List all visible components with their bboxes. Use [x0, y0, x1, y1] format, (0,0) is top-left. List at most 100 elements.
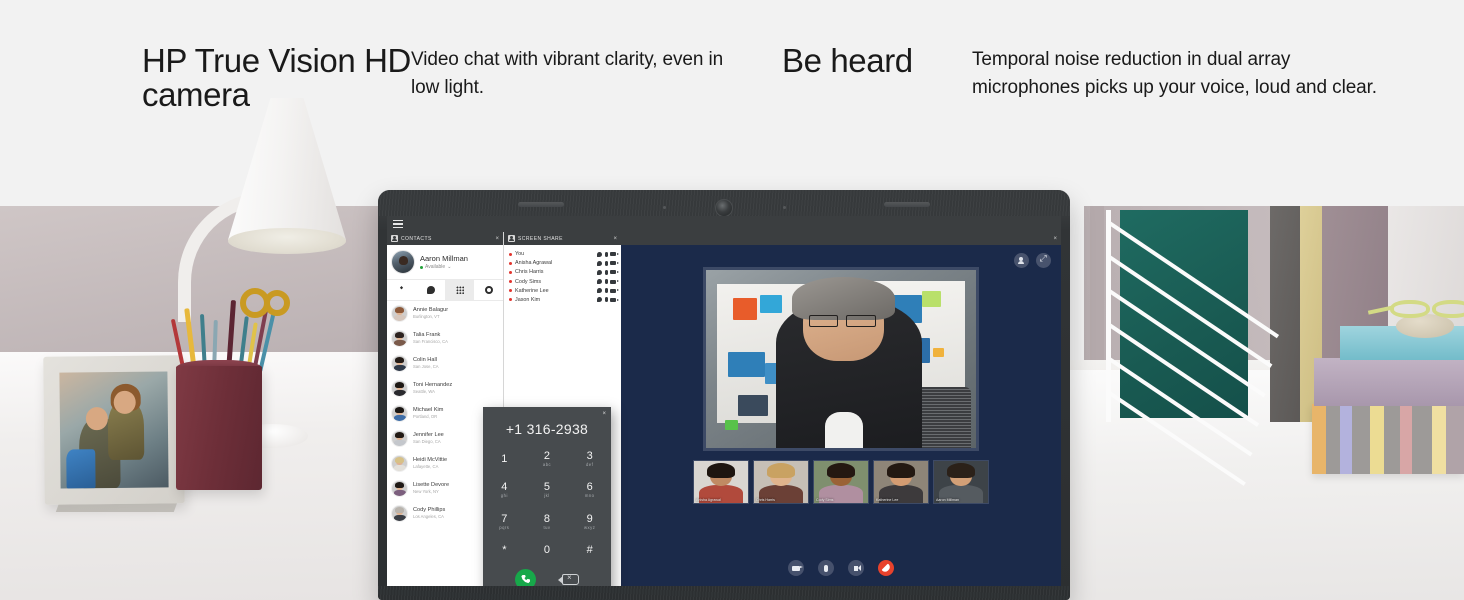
close-icon[interactable]: × — [495, 236, 499, 242]
camera-icon[interactable] — [610, 261, 619, 266]
expand-button[interactable] — [1036, 253, 1051, 268]
participant-actions — [597, 260, 619, 266]
tab-screen-share[interactable]: SCREEN SHARE × — [504, 232, 621, 245]
contact-row[interactable]: Toni Hernandez Seattle, WA — [387, 376, 503, 401]
dialpad-key-hash[interactable]: # — [568, 537, 611, 563]
microphone-icon[interactable] — [604, 288, 608, 294]
participant-actions — [597, 297, 619, 303]
dialpad-sublabel: pqrs — [499, 524, 510, 530]
contact-row[interactable]: Colin Hall San Jose, CA — [387, 351, 503, 376]
dialpad-key-8[interactable]: 8 tuv — [526, 506, 569, 537]
participant-name: Jason Kim — [515, 296, 541, 303]
hamburger-icon[interactable] — [393, 219, 403, 229]
dialpad-overlay[interactable]: × +1 316-2938 1 2 abc 3 def 4 ghi 5 jkl 6 mno 7 pqrs… — [483, 407, 611, 586]
dialpad-key-0[interactable]: 0 — [526, 537, 569, 563]
participant-row[interactable]: Anisha Agrawal — [509, 260, 619, 266]
participant-row[interactable]: Chris Harris — [509, 269, 619, 276]
video-stage: Anisha Agrawal Chris Harris Cody Sims Kathe… — [621, 245, 1061, 550]
dialpad-key-5[interactable]: 5 jkl — [526, 474, 569, 505]
contact-name: Lisette Devore — [413, 482, 450, 488]
dialpad-key-2[interactable]: 2 abc — [526, 443, 569, 474]
dialpad-key-3[interactable]: 3 def — [568, 443, 611, 474]
participant-row[interactable]: Katherine Lee — [509, 288, 619, 294]
dialpad-digit: * — [502, 543, 507, 556]
tool-tab-contacts[interactable] — [387, 280, 416, 300]
microphone-icon[interactable] — [604, 279, 608, 285]
dialpad-digit: 7 — [501, 512, 508, 525]
tab-screen-share-label: SCREEN SHARE — [518, 235, 563, 242]
avatar — [391, 305, 408, 322]
end-call-button[interactable] — [878, 560, 894, 576]
camera-icon[interactable] — [610, 288, 619, 293]
camera-icon[interactable] — [610, 252, 619, 256]
stage-actions — [1014, 253, 1051, 268]
status-badge — [509, 270, 512, 274]
participant-thumbnail[interactable]: Katherine Lee — [873, 460, 929, 504]
dial-call-button[interactable] — [515, 568, 536, 586]
chat-icon[interactable] — [597, 269, 603, 275]
dialpad-key-7[interactable]: 7 pqrs — [483, 506, 526, 537]
current-user-card[interactable]: Aaron Millman Available ⌄ — [387, 245, 503, 279]
chat-icon[interactable] — [597, 260, 603, 266]
thumbnail-label: Chris Harris — [756, 498, 775, 502]
participant-name: Chris Harris — [515, 269, 544, 276]
toggle-mic-button[interactable] — [818, 560, 834, 576]
participant-thumbnail[interactable]: Cody Sims — [813, 460, 869, 504]
dialed-number[interactable]: +1 316-2938 — [483, 421, 611, 437]
tool-tab-dialpad[interactable] — [445, 280, 474, 300]
microphone-icon[interactable] — [604, 269, 608, 275]
video-tab-header: × — [621, 232, 1061, 245]
backspace-button[interactable] — [558, 573, 579, 585]
person-icon — [399, 286, 404, 290]
participant-row[interactable]: Cody Sims — [509, 279, 619, 285]
close-icon[interactable]: × — [602, 411, 606, 417]
video-conference-app: CONTACTS × Aaron Millman Available ⌄ Ann… — [387, 216, 1061, 586]
dialpad-sublabel: ghi — [500, 493, 508, 499]
participant-row[interactable]: Jason Kim — [509, 296, 619, 303]
participant-thumbnail[interactable]: Chris Harris — [753, 460, 809, 504]
dialpad-key-4[interactable]: 4 ghi — [483, 474, 526, 505]
participant-row[interactable]: You — [509, 251, 619, 257]
dialpad-sublabel: jkl — [544, 493, 550, 499]
camera-icon[interactable] — [610, 297, 619, 302]
tool-tab-settings[interactable] — [474, 280, 503, 300]
person-icon — [508, 235, 515, 242]
contact-location: Lafayette, CA — [413, 464, 439, 469]
toggle-speaker-button[interactable] — [848, 560, 864, 576]
book-stack-bottom — [1312, 404, 1464, 474]
status-badge — [509, 289, 512, 293]
chat-icon[interactable] — [597, 251, 603, 257]
dialpad-key-star[interactable]: * — [483, 537, 526, 563]
tab-contacts[interactable]: CONTACTS × — [387, 232, 503, 245]
dialpad-key-6[interactable]: 6 mno — [568, 474, 611, 505]
microphone-icon[interactable] — [604, 260, 608, 266]
participant-actions — [597, 251, 619, 257]
dialpad-key-1[interactable]: 1 — [483, 443, 526, 474]
microphone-icon[interactable] — [604, 297, 608, 303]
contact-location: San Diego, CA — [413, 439, 441, 444]
dialpad-key-9[interactable]: 9 wxyz — [568, 506, 611, 537]
contact-location: San Francisco, CA — [413, 339, 448, 344]
add-participant-button[interactable] — [1014, 253, 1029, 268]
dialpad-actions — [483, 563, 611, 586]
current-user-status[interactable]: Available ⌄ — [420, 264, 468, 271]
close-icon[interactable]: × — [613, 236, 617, 242]
chat-icon[interactable] — [597, 279, 603, 285]
tab-contacts-label: CONTACTS — [401, 235, 432, 242]
tool-tab-chat[interactable] — [416, 280, 445, 300]
participant-thumbnail[interactable]: Anisha Agrawal — [693, 460, 749, 504]
contact-row[interactable]: Annie Balagur Burlington, VT — [387, 301, 503, 326]
close-icon[interactable]: × — [1053, 236, 1057, 242]
contact-row[interactable]: Talia Frank San Francisco, CA — [387, 326, 503, 351]
camera-icon[interactable] — [610, 279, 619, 284]
pen-cup — [176, 366, 262, 490]
main-video-feed[interactable] — [703, 267, 979, 451]
add-person-icon — [1017, 256, 1026, 265]
participant-thumbnail[interactable]: Aaron Millman — [933, 460, 989, 504]
thumbnail-label: Cody Sims — [816, 498, 834, 502]
microphone-icon[interactable] — [604, 251, 608, 257]
camera-icon[interactable] — [610, 270, 619, 275]
chat-icon[interactable] — [597, 288, 603, 294]
toggle-camera-button[interactable] — [788, 560, 804, 576]
chat-icon[interactable] — [597, 297, 603, 303]
